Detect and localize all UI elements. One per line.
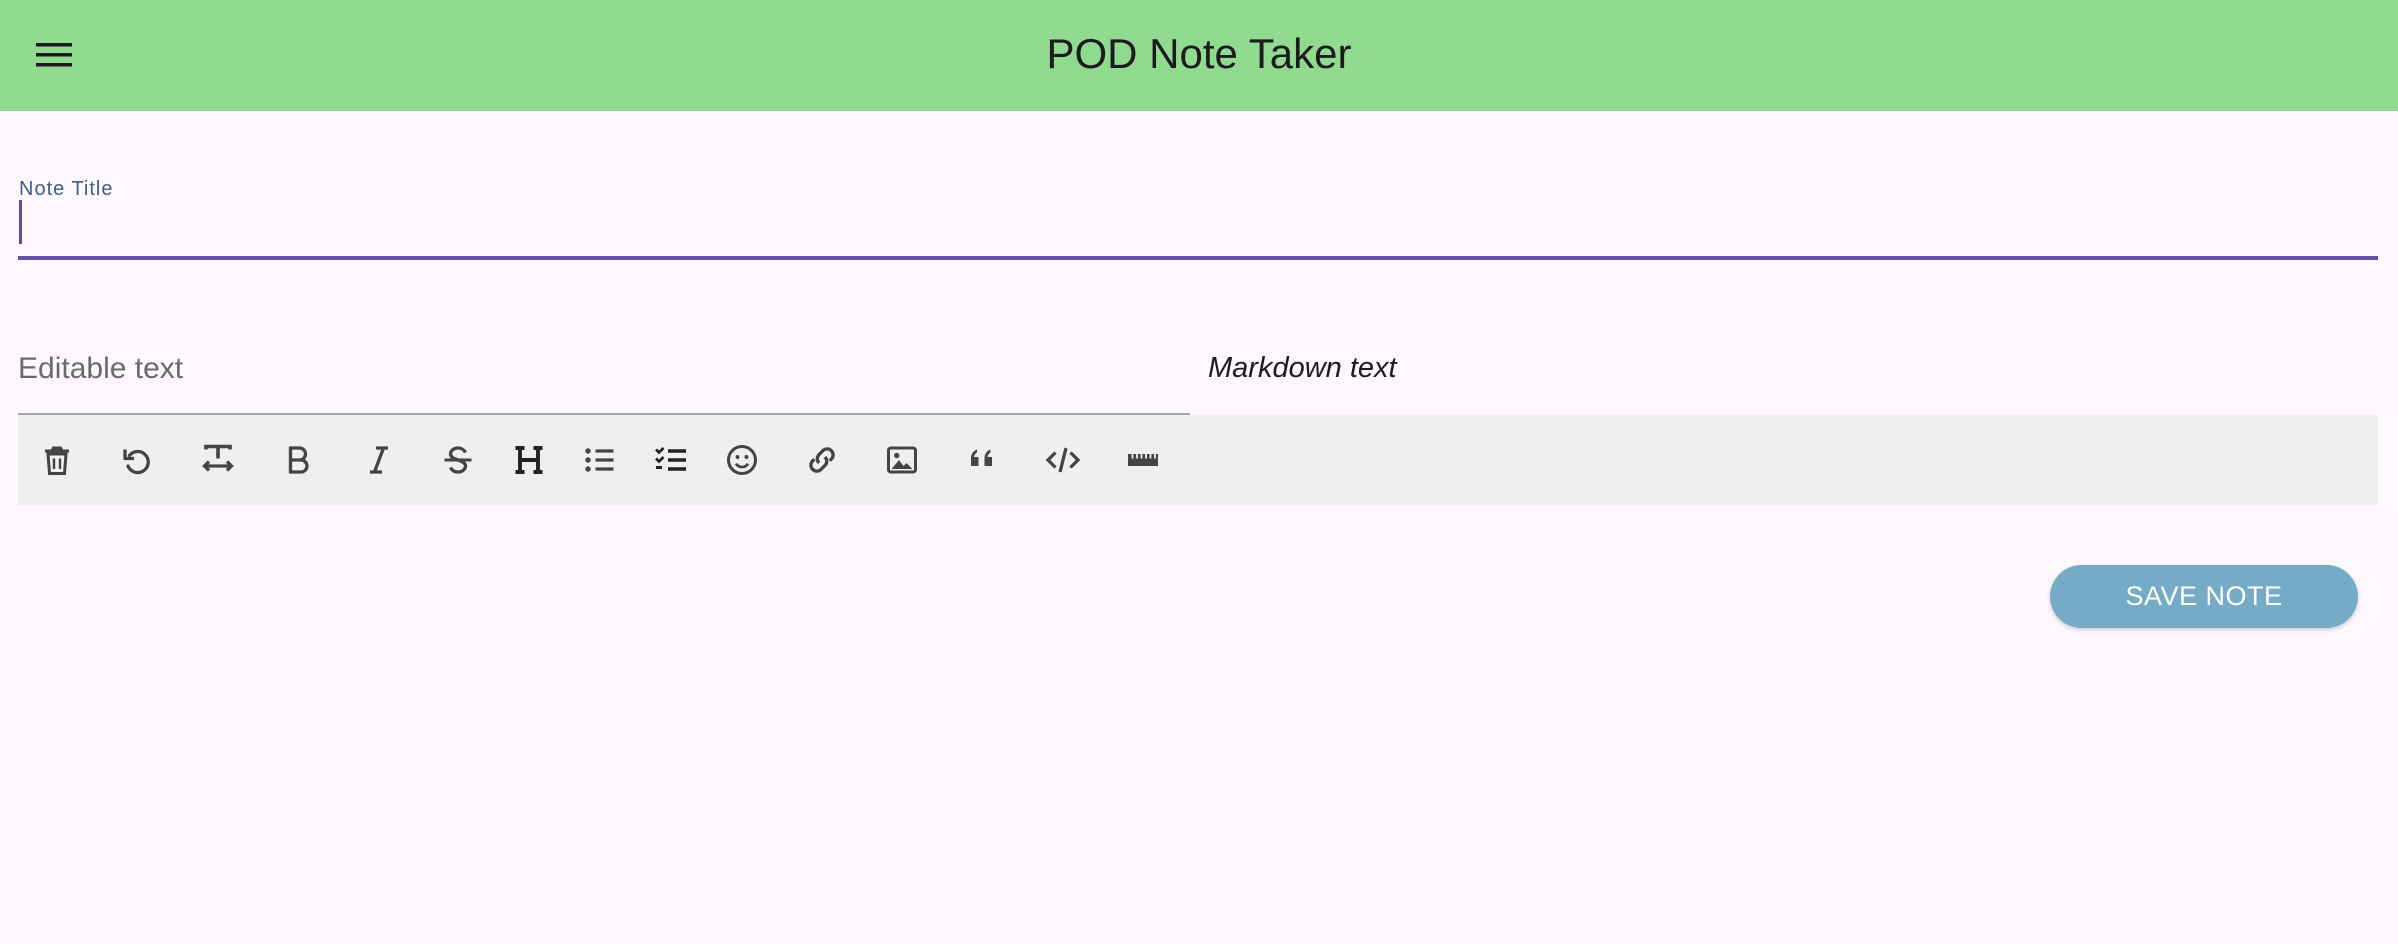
app-title: POD Note Taker	[1046, 30, 1352, 77]
link-button[interactable]	[800, 438, 844, 482]
ruler-icon	[1128, 454, 1158, 466]
note-title-label: Note Title	[19, 178, 114, 200]
italic-button[interactable]	[357, 438, 401, 482]
italic-icon	[370, 446, 388, 474]
note-title-field[interactable]: Note Title	[18, 172, 2378, 262]
text-caret	[19, 200, 22, 244]
strikethrough-icon	[444, 446, 472, 474]
clear-button[interactable]	[35, 438, 79, 482]
save-note-button[interactable]: SAVE NOTE	[2050, 565, 2358, 628]
markdown-toolbar	[18, 415, 2378, 505]
heading-icon	[515, 446, 543, 474]
text-width-button[interactable]	[196, 438, 240, 482]
undo-button[interactable]	[115, 438, 159, 482]
code-button[interactable]	[1041, 438, 1085, 482]
strikethrough-button[interactable]	[436, 438, 480, 482]
quote-button[interactable]	[961, 438, 1005, 482]
link-icon	[809, 447, 835, 473]
heading-button[interactable]	[507, 438, 551, 482]
quote-icon	[971, 449, 992, 466]
checklist-button[interactable]	[649, 438, 693, 482]
image-icon	[887, 446, 917, 474]
text-width-icon	[202, 444, 234, 472]
undo-icon	[123, 449, 150, 475]
bullet-list-icon	[585, 448, 614, 472]
markdown-preview: Markdown text	[1208, 352, 1397, 384]
bullet-list-button[interactable]	[578, 438, 622, 482]
bold-button[interactable]	[276, 438, 320, 482]
trash-icon	[45, 446, 69, 475]
image-button[interactable]	[880, 438, 924, 482]
checklist-icon	[655, 447, 686, 471]
editable-text-area[interactable]: Editable text	[18, 352, 183, 386]
bold-icon	[288, 446, 309, 474]
code-icon	[1045, 447, 1081, 473]
horizontal-rule-button[interactable]	[1121, 438, 1165, 482]
emoji-button[interactable]	[720, 438, 764, 482]
app-bar: POD Note Taker	[0, 0, 2398, 111]
note-title-input[interactable]	[18, 202, 2378, 258]
note-title-underline	[18, 256, 2378, 260]
emoji-icon	[727, 445, 757, 475]
